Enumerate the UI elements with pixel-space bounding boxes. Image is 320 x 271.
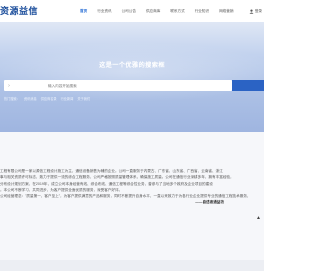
nav-item-online-marketing[interactable]: 网络营销 bbox=[214, 0, 238, 22]
site-logo[interactable]: 资源益信 bbox=[0, 4, 38, 17]
hot-search-link[interactable]: 关于我们 bbox=[77, 96, 90, 101]
about-signature: ——自述者通益坊 bbox=[195, 200, 224, 205]
search-button[interactable] bbox=[232, 80, 264, 91]
nav-item-industry-news[interactable]: 行业资讯 bbox=[92, 0, 116, 22]
hot-search-link[interactable]: 供应商名录 bbox=[41, 96, 57, 101]
footer-strip bbox=[0, 260, 264, 271]
about-section: 工程有限公司是一家以源信工程设计施工为主，通信设备销售为辅的企业。公司一直服务于… bbox=[0, 132, 264, 271]
hot-search-link[interactable]: 资讯消息 bbox=[24, 96, 37, 101]
hero-banner: 这是一个优雅的搜索框 › 热门搜索： 资讯消息 供应商名录 行业新闻 关于我们 bbox=[0, 22, 264, 132]
about-line: 公司经营理念："质量第一，客户至上"，为客户提供满意的产品和服务，同时不断提升自… bbox=[0, 194, 251, 199]
site-header: 资源益信 首页 行业资讯 公司公告 供应商库 联系方式 行业知识 网络营销 登录 bbox=[0, 0, 264, 22]
nav-item-supplier-library[interactable]: 供应商库 bbox=[141, 0, 165, 22]
main-nav: 首页 行业资讯 公司公告 供应商库 联系方式 行业知识 网络营销 bbox=[75, 0, 238, 22]
hot-searches-label: 热门搜索： bbox=[4, 97, 20, 101]
login-label: 登录 bbox=[254, 9, 262, 13]
search-bar: › bbox=[4, 80, 232, 91]
hero-glow bbox=[0, 42, 264, 102]
about-text: 工程有限公司是一家以源信工程设计施工为主，通信设备销售为辅的企业。公司一直服务于… bbox=[0, 168, 264, 206]
about-line: 事与相关资质许可标志，致力于提供一流的综合工程服务，公司严格按照质量管理体系，确… bbox=[0, 175, 234, 180]
back-to-top-icon[interactable]: ▲ bbox=[256, 215, 261, 221]
nav-item-contact[interactable]: 联系方式 bbox=[165, 0, 189, 22]
chevron-right-icon[interactable]: › bbox=[4, 83, 14, 89]
login-link[interactable]: 登录 bbox=[249, 0, 262, 22]
nav-item-industry-knowledge[interactable]: 行业知识 bbox=[190, 0, 214, 22]
hot-search-link[interactable]: 行业新闻 bbox=[61, 96, 74, 101]
user-icon bbox=[249, 9, 254, 14]
nav-item-home[interactable]: 首页 bbox=[75, 0, 92, 22]
search-input[interactable] bbox=[14, 80, 232, 91]
hot-searches: 热门搜索： 资讯消息 供应商名录 行业新闻 关于我们 bbox=[4, 96, 90, 101]
hero-title: 这是一个优雅的搜索框 bbox=[99, 62, 165, 69]
nav-item-company-notice[interactable]: 公司公告 bbox=[117, 0, 141, 22]
